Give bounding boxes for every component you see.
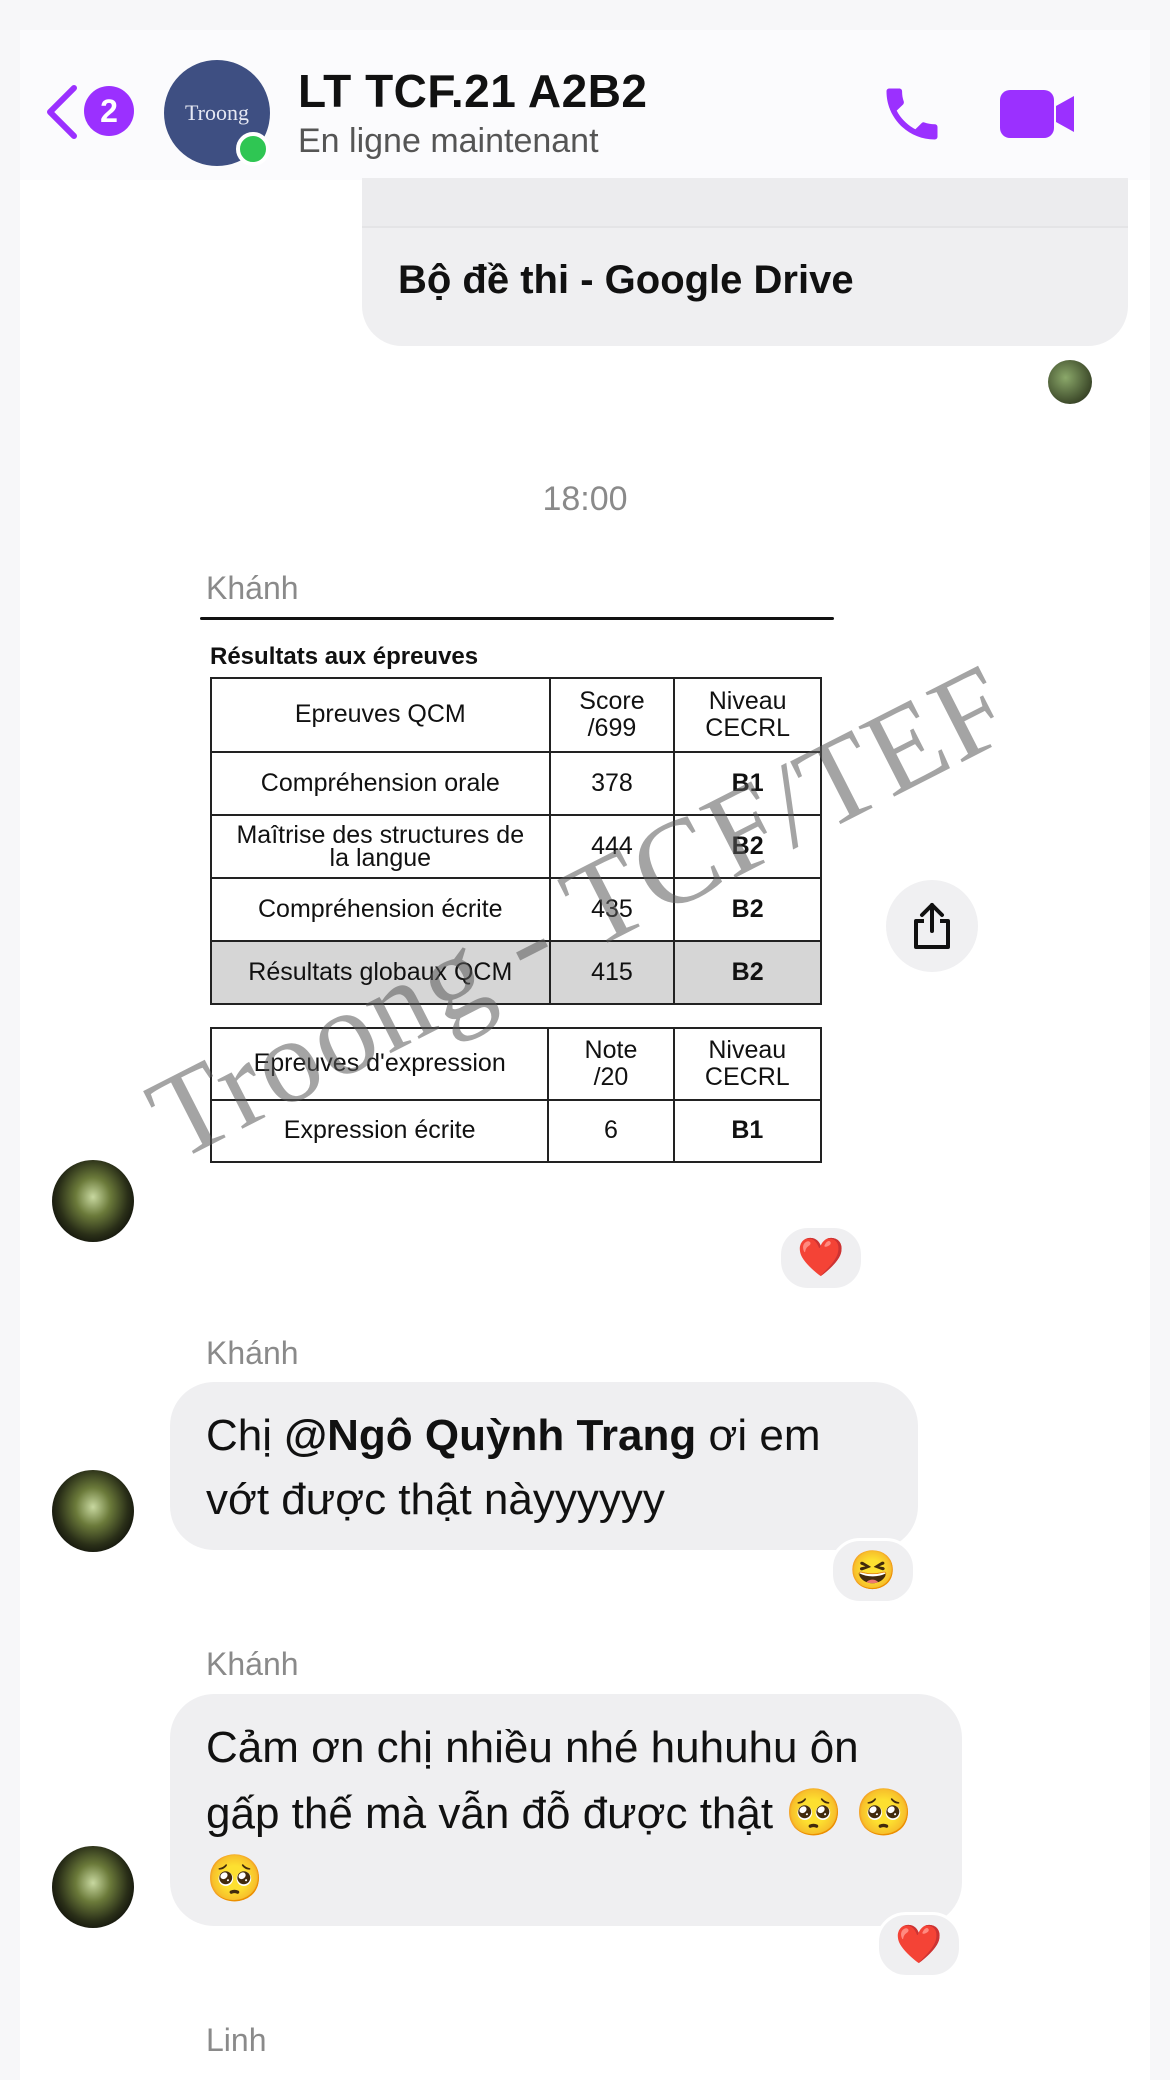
call-button[interactable] xyxy=(878,80,946,148)
sender-name: Linh xyxy=(206,2022,267,2058)
online-indicator xyxy=(236,132,270,166)
table-cell: Niveau CECRL xyxy=(672,1027,823,1101)
link-title: Bộ đề thi - Google Drive xyxy=(398,258,854,302)
table-cell: Compréhension orale xyxy=(210,751,551,816)
table-header-row: Epreuves QCM Score /699 Niveau CECRL xyxy=(210,677,822,753)
user-avatar[interactable] xyxy=(52,1846,134,1928)
video-camera-icon xyxy=(1000,90,1074,138)
sender-name: Khánh xyxy=(206,1646,299,1682)
user-avatar[interactable] xyxy=(52,1470,134,1552)
link-preview-card[interactable]: Bộ đề thi - Google Drive xyxy=(362,178,1128,346)
table-cell: Note /20 xyxy=(547,1027,675,1101)
table-cell-text: Niveau CECRL xyxy=(704,1035,790,1091)
phone-icon xyxy=(886,88,938,140)
message-text: Chị xyxy=(206,1411,285,1460)
table-cell: Score /699 xyxy=(548,677,676,753)
message-bubble[interactable]: Chị @Ngô Quỳnh Trang ơi em vớt được thật… xyxy=(170,1382,918,1550)
seen-avatar xyxy=(1048,360,1092,404)
table-cell: B2 xyxy=(673,940,822,1005)
share-button[interactable] xyxy=(886,880,978,972)
mention-link[interactable]: @Ngô Quỳnh Trang xyxy=(284,1411,696,1460)
table-cell-text: Score /699 xyxy=(579,686,645,742)
table-cell: Maîtrise des structures de la langue xyxy=(210,814,551,879)
divider xyxy=(362,226,1128,228)
table-cell-text: Maîtrise des structures de la langue xyxy=(236,821,525,872)
table-cell: Epreuves QCM xyxy=(210,677,551,753)
back-button[interactable]: 2 xyxy=(42,80,142,144)
message-bubble[interactable]: Cảm ơn chị nhiều nhé huhuhu ôn gấp thế m… xyxy=(170,1694,962,1926)
chat-status: En ligne maintenant xyxy=(298,122,599,160)
share-icon xyxy=(914,903,950,949)
unread-badge: 2 xyxy=(84,86,134,136)
back-chevron-icon xyxy=(47,85,77,139)
timestamp: 18:00 xyxy=(542,480,628,518)
sender-name: Khánh xyxy=(206,1335,299,1371)
heart-reaction[interactable]: ❤️ xyxy=(778,1225,864,1291)
message-text: Cảm ơn chị nhiều nhé huhuhu ôn gấp thế m… xyxy=(206,1723,859,1838)
group-avatar-text: Troong xyxy=(185,100,249,125)
user-avatar[interactable] xyxy=(52,1160,134,1242)
table-cell-text: Note /20 xyxy=(584,1035,638,1091)
video-call-button[interactable] xyxy=(998,86,1078,142)
table-cell: 6 xyxy=(547,1099,675,1163)
laugh-reaction[interactable]: 😆 xyxy=(830,1538,916,1604)
link-preview-image xyxy=(362,178,1128,226)
sender-name: Khánh xyxy=(206,570,299,606)
table-cell: B1 xyxy=(672,1099,823,1163)
chat-title[interactable]: LT TCF.21 A2B2 xyxy=(298,64,648,118)
heart-reaction[interactable]: ❤️ xyxy=(876,1912,962,1978)
results-heading: Résultats aux épreuves xyxy=(210,643,479,670)
image-top-edge xyxy=(200,617,834,620)
